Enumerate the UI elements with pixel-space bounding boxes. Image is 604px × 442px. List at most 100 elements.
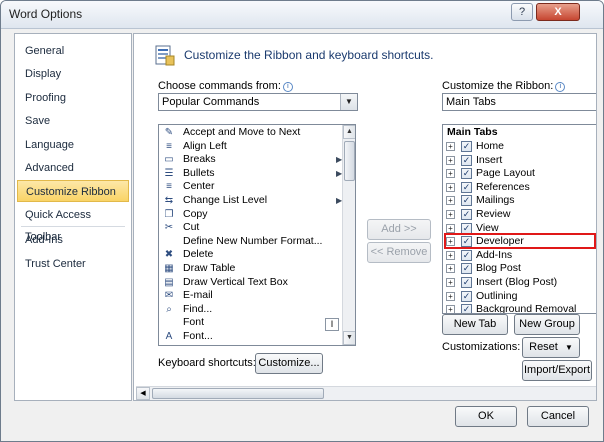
expand-icon[interactable]: + [446, 264, 455, 274]
new-group-button[interactable]: New Group [514, 314, 580, 335]
tab-checkbox[interactable]: ✓ [461, 290, 472, 302]
customizations-label: Customizations: [442, 341, 521, 353]
expand-icon[interactable]: + [446, 142, 455, 151]
ribbon-tab-label: Insert (Blog Post) [476, 276, 558, 288]
ribbon-tab-item[interactable]: + ✓ Review [445, 208, 595, 222]
chevron-down-icon: ▼ [564, 343, 573, 352]
new-tab-button[interactable]: New Tab [442, 314, 508, 335]
command-list-item[interactable]: ▤ Draw Vertical Text Box [161, 276, 341, 290]
expand-icon[interactable]: + [446, 278, 455, 287]
expand-icon[interactable]: + [446, 169, 455, 179]
tab-checkbox[interactable]: ✓ [461, 304, 472, 313]
command-list-item[interactable]: ✖ Delete [161, 248, 341, 262]
command-list-item[interactable]: ✂ Cut [161, 221, 341, 235]
ribbon-tab-item[interactable]: + ✓ Background Removal [445, 303, 595, 313]
command-list-item[interactable]: ⌕ Find... [161, 303, 341, 317]
nav-item-proofing[interactable]: Proofing [17, 87, 129, 109]
nav-item-save[interactable]: Save [17, 110, 129, 132]
ribbon-tab-item[interactable]: + ✓ Mailings [445, 194, 595, 208]
expand-icon[interactable]: + [446, 182, 455, 192]
tab-checkbox[interactable]: ✓ [461, 195, 472, 207]
help-button[interactable]: ? [511, 3, 533, 21]
tab-checkbox[interactable]: ✓ [461, 209, 472, 220]
scroll-left-arrow-icon[interactable]: ◀ [136, 387, 150, 400]
command-label: Font [183, 316, 205, 329]
ribbon-tab-item[interactable]: + ✓ Add-Ins [445, 249, 595, 263]
command-list-item[interactable]: ☰ Bullets ▶ [161, 167, 343, 181]
ribbon-tab-item[interactable]: + ✓ Outlining [445, 290, 595, 304]
cancel-button[interactable]: Cancel [527, 406, 589, 427]
command-list-item[interactable]: A Font... [161, 330, 341, 344]
command-list-item[interactable]: ▦ Draw Table [161, 262, 341, 276]
command-label: Breaks [183, 153, 216, 166]
add-button[interactable]: Add >> [367, 219, 431, 240]
nav-item-customize-ribbon[interactable]: Customize Ribbon [17, 180, 129, 203]
nav-item-language[interactable]: Language [17, 134, 129, 156]
reset-button[interactable]: Reset ▼ [522, 337, 580, 358]
nav-item-quick-access-toolbar[interactable]: Quick Access Toolbar [17, 204, 129, 243]
expand-icon[interactable]: + [446, 155, 455, 165]
expand-icon[interactable]: + [446, 250, 455, 260]
ribbon-tab-item[interactable]: + ✓ References [445, 181, 595, 195]
tree-header: Main Tabs [445, 126, 595, 140]
breaks-icon: ▭ [164, 154, 174, 166]
command-list-item[interactable]: ❐ Copy [161, 208, 341, 222]
tab-checkbox[interactable]: ✓ [461, 154, 472, 166]
tab-checkbox[interactable]: ✓ [461, 168, 472, 180]
nav-item-advanced[interactable]: Advanced [17, 157, 129, 179]
ribbon-tab-item[interactable]: + ✓ Developer [444, 233, 596, 250]
command-list-item[interactable]: ≡ Center [161, 180, 341, 194]
expand-icon[interactable]: + [446, 305, 455, 313]
tab-checkbox[interactable]: ✓ [461, 249, 472, 261]
remove-button[interactable]: << Remove [367, 242, 431, 263]
commands-list[interactable]: ✎ Accept and Move to Next ≡ Align Left ▭ Brea… [158, 124, 356, 346]
expand-icon[interactable]: + [446, 223, 455, 233]
command-list-item[interactable]: Font [161, 316, 341, 330]
expand-icon[interactable]: + [446, 210, 455, 219]
command-list-item[interactable]: ▭ Breaks ▶ [161, 153, 342, 167]
font-size-box[interactable]: I [325, 318, 339, 331]
command-list-item[interactable]: ✎ Accept and Move to Next [161, 126, 341, 140]
tab-checkbox[interactable]: ✓ [461, 181, 472, 193]
command-list-item[interactable]: ✉ E-mail [161, 289, 341, 303]
nav-item-trust-center[interactable]: Trust Center [17, 253, 129, 275]
chevron-down-icon[interactable]: ▼ [340, 94, 357, 110]
expand-icon[interactable]: + [446, 196, 455, 206]
ribbon-tab-label: References [476, 180, 530, 193]
expand-icon[interactable]: + [446, 291, 455, 301]
cut-icon: ✂ [164, 222, 174, 234]
commands-scrollbar[interactable]: ▲ ▼ [342, 125, 355, 345]
tab-checkbox[interactable]: ✓ [461, 141, 472, 152]
panel-horizontal-scrollbar[interactable]: ◀ [136, 386, 596, 400]
command-list-item[interactable]: Define New Number Format... [161, 235, 341, 249]
command-label: Draw Vertical Text Box [183, 275, 288, 288]
nav-item-display[interactable]: Display [17, 63, 129, 85]
ribbon-tab-item[interactable]: + ✓ Insert (Blog Post) [445, 276, 595, 290]
nav-item-add-ins[interactable]: Add-Ins [17, 229, 129, 251]
ok-button[interactable]: OK [455, 406, 517, 427]
hscroll-thumb[interactable] [152, 388, 324, 399]
customize-ribbon-dropdown[interactable]: Main Tabs [442, 93, 596, 111]
ribbon-tab-item[interactable]: + ✓ Blog Post [445, 262, 595, 276]
scroll-up-arrow-icon[interactable]: ▲ [343, 125, 355, 139]
nav-item-general[interactable]: General [17, 40, 129, 62]
tab-checkbox[interactable]: ✓ [461, 277, 472, 288]
command-list-item[interactable]: ⇆ Change List Level ▶ [161, 194, 342, 208]
close-button[interactable]: X [536, 3, 580, 21]
scroll-thumb[interactable] [344, 141, 355, 181]
import-export-button[interactable]: Import/Export [522, 360, 592, 381]
accept-icon: ✎ [164, 127, 174, 138]
tab-checkbox[interactable]: ✓ [461, 263, 472, 275]
command-label: Center [183, 180, 215, 193]
tab-checkbox[interactable]: ✓ [461, 222, 472, 234]
ribbon-tab-item[interactable]: + ✓ Home [445, 140, 595, 154]
command-list-item[interactable]: ≡ Align Left [161, 140, 341, 154]
ribbon-tab-item[interactable]: + ✓ Page Layout [445, 167, 595, 181]
ribbon-tabs-tree[interactable]: Main Tabs + ✓ Home + ✓ Insert + ✓ Page Layout + ✓ R… [442, 124, 596, 314]
customize-keyboard-button[interactable]: Customize... [255, 353, 323, 374]
choose-commands-dropdown[interactable]: Popular Commands ▼ [158, 93, 358, 111]
align-left-icon: ≡ [166, 140, 172, 152]
delete-icon: ✖ [164, 249, 174, 261]
scroll-down-arrow-icon[interactable]: ▼ [343, 331, 355, 345]
ribbon-tab-item[interactable]: + ✓ Insert [445, 154, 595, 168]
